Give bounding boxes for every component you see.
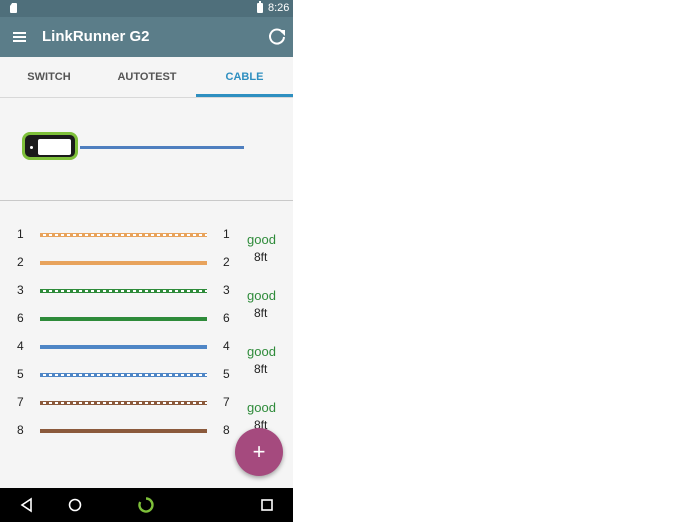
wire — [40, 401, 207, 405]
assistant-icon[interactable] — [137, 496, 155, 514]
pin-right: 1 — [223, 227, 230, 241]
pin-right: 8 — [223, 423, 230, 437]
status-bar: 8:26 — [0, 0, 293, 17]
plus-icon: + — [252, 439, 266, 464]
wire — [40, 345, 207, 349]
refresh-icon[interactable] — [267, 27, 287, 47]
cable-diagram — [0, 98, 293, 201]
app-title: LinkRunner G2 — [42, 28, 150, 45]
battery-icon — [257, 1, 263, 13]
pin-right: 5 — [223, 367, 230, 381]
back-icon[interactable] — [18, 496, 36, 514]
pair-status: good — [247, 232, 276, 247]
wire — [40, 429, 207, 433]
tab-bar: SWITCH AUTOTEST CABLE — [0, 57, 293, 98]
linkrunner-device-icon — [22, 132, 78, 160]
wire — [40, 373, 207, 377]
nav-bar — [0, 488, 293, 522]
pin-left: 4 — [17, 339, 24, 353]
phone-screen: 8:26 LinkRunner G2 SWITCH AUTOTEST CABLE… — [0, 0, 293, 522]
pin-left: 7 — [17, 395, 24, 409]
pair-status: good — [247, 288, 276, 303]
pin-right: 3 — [223, 283, 230, 297]
pair-length: 8ft — [254, 250, 268, 264]
pair-status: good — [247, 344, 276, 359]
home-icon[interactable] — [66, 496, 84, 514]
pin-left: 3 — [17, 283, 24, 297]
pin-left: 5 — [17, 367, 24, 381]
cable-line — [80, 146, 244, 149]
wire — [40, 289, 207, 293]
pin-left: 2 — [17, 255, 24, 269]
menu-icon[interactable] — [13, 32, 26, 42]
status-time: 8:26 — [268, 2, 290, 14]
sd-card-icon — [10, 3, 17, 13]
tab-autotest[interactable]: AUTOTEST — [98, 57, 196, 97]
pin-left: 8 — [17, 423, 24, 437]
app-bar: LinkRunner G2 — [0, 17, 293, 57]
add-button[interactable]: + — [235, 428, 283, 476]
pin-left: 6 — [17, 311, 24, 325]
pair-length: 8ft — [254, 362, 268, 376]
wire-row: 2 2 — [0, 255, 293, 275]
pin-right: 4 — [223, 339, 230, 353]
wire-row: 5 5 — [0, 367, 293, 387]
recents-icon[interactable] — [258, 496, 276, 514]
pin-left: 1 — [17, 227, 24, 241]
wire — [40, 233, 207, 237]
pin-right: 7 — [223, 395, 230, 409]
active-tab-indicator — [196, 94, 293, 97]
wire — [40, 261, 207, 265]
wire-row: 6 6 — [0, 311, 293, 331]
wire — [40, 317, 207, 321]
tab-switch[interactable]: SWITCH — [0, 57, 98, 97]
pin-right: 2 — [223, 255, 230, 269]
pair-status: good — [247, 400, 276, 415]
pin-right: 6 — [223, 311, 230, 325]
tab-cable[interactable]: CABLE — [196, 57, 293, 97]
pair-length: 8ft — [254, 306, 268, 320]
